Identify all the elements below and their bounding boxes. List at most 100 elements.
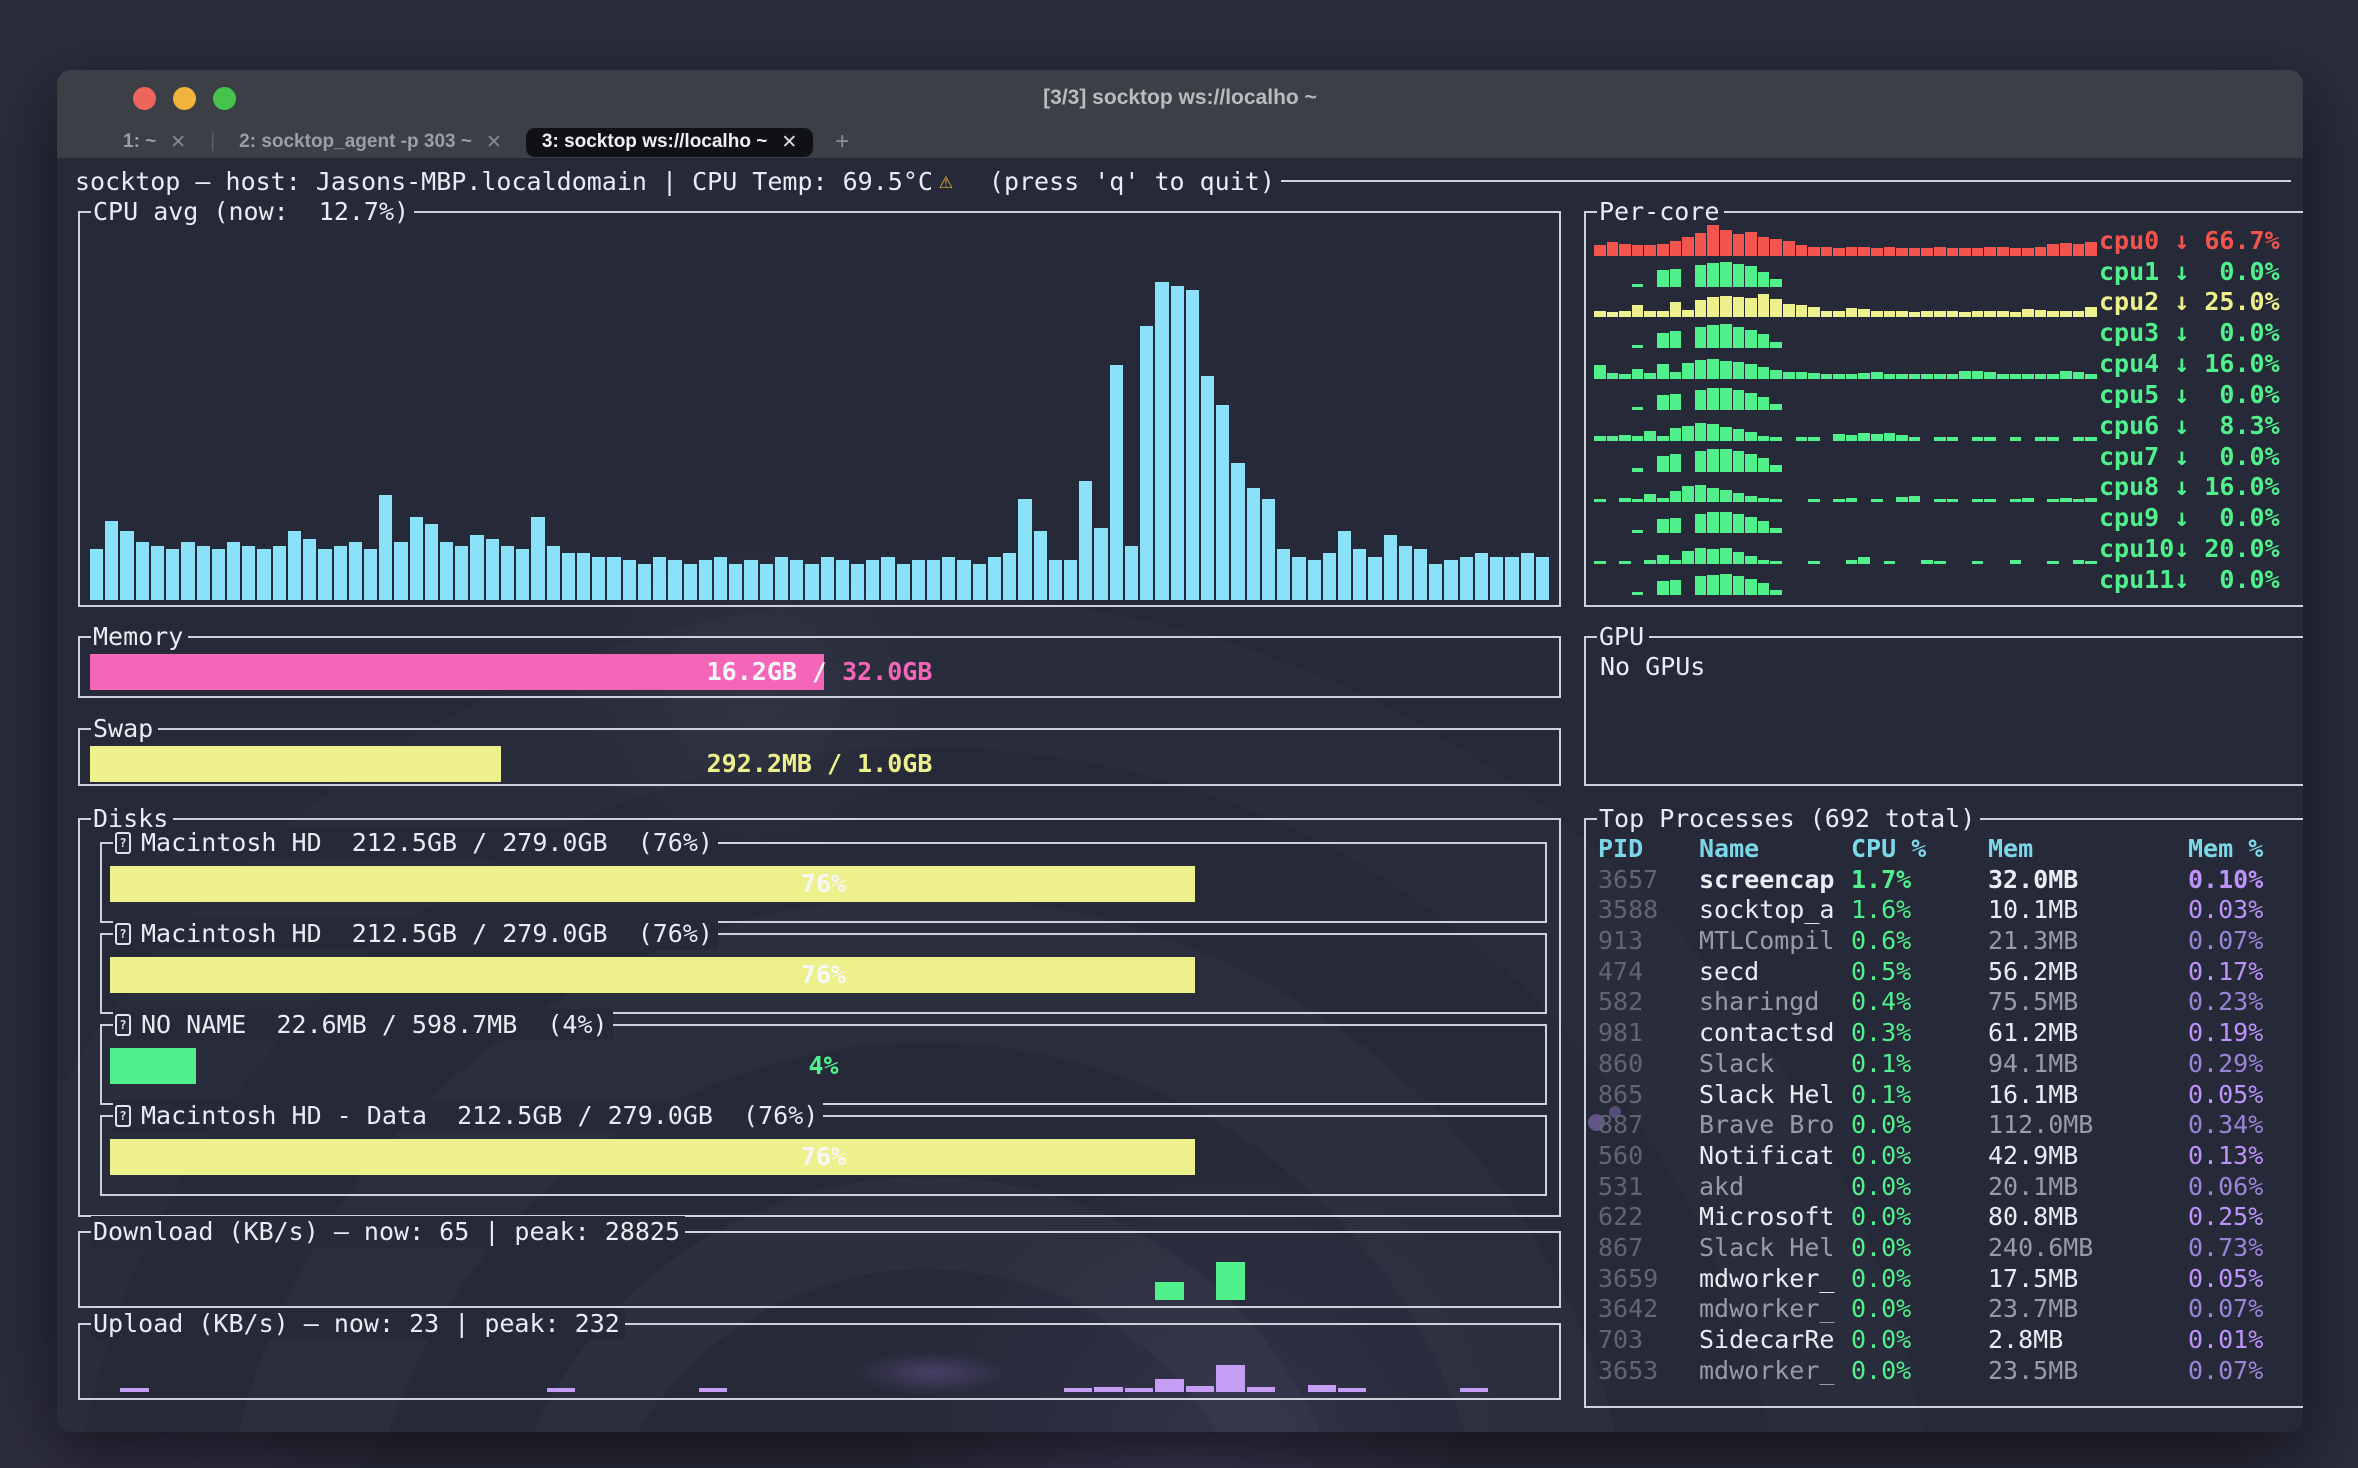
process-mem: 20.1MB <box>1988 1172 2188 1203</box>
zoom-window-button[interactable] <box>213 87 236 110</box>
core-sparkline <box>1594 410 2099 441</box>
close-window-button[interactable] <box>133 87 156 110</box>
bar <box>1720 388 1732 410</box>
process-name: mdworker_ <box>1699 1294 1851 1325</box>
bar <box>1657 456 1669 472</box>
bar <box>1733 297 1745 318</box>
bar <box>1018 499 1031 600</box>
bar <box>2047 244 2059 256</box>
memory-meter: 16.2GB / 32.0GB 16.2GB / 32.0GB <box>90 654 1549 690</box>
process-pid: 981 <box>1598 1018 1699 1049</box>
swap-meter: 292.2MB / 1.0GB 292.2MB / 1.0GB <box>90 746 1549 782</box>
disk-panel: ?NO NAME 22.6MB / 598.7MB (4%)4%4% <box>100 1024 1547 1105</box>
process-name: Slack Hel <box>1699 1233 1851 1264</box>
tab-2[interactable]: 2: socktop_agent -p 303 ~ ✕ <box>229 129 512 156</box>
process-cpu: 0.0% <box>1851 1325 1988 1356</box>
bar <box>1947 248 1959 256</box>
bar <box>1657 581 1669 595</box>
bar <box>1682 363 1694 379</box>
upload-panel-title: Upload (KB/s) — now: 23 | peak: 232 <box>91 1308 625 1340</box>
disk-usage-meter: 76%76% <box>110 957 1537 993</box>
process-name: Microsoft <box>1699 1202 1851 1233</box>
bar <box>257 549 270 600</box>
bar <box>1707 325 1719 348</box>
bar <box>547 546 560 600</box>
bar <box>1670 580 1682 595</box>
bar <box>1833 434 1845 441</box>
bar <box>501 546 514 600</box>
bar <box>1707 449 1719 471</box>
bar <box>1858 433 1870 440</box>
process-memp: 0.05% <box>2188 1264 2263 1295</box>
window-titlebar[interactable]: [3/3] socktop ws://localho ~ <box>57 70 2303 126</box>
bar <box>1460 1388 1488 1392</box>
bar <box>1657 270 1669 287</box>
bar <box>1682 237 1694 255</box>
bar <box>1720 230 1732 256</box>
process-row: 3588socktop_a1.6%10.1MB0.03% <box>1598 895 2303 926</box>
bar <box>1733 514 1745 534</box>
bar <box>1695 265 1707 287</box>
process-row: 887Brave Bro0.0%112.0MB0.34% <box>1598 1110 2303 1141</box>
bar <box>1536 557 1549 600</box>
bar <box>1695 327 1707 348</box>
bar <box>1490 557 1503 600</box>
tab-1-close-icon[interactable]: ✕ <box>170 131 186 154</box>
bar <box>1594 245 1606 255</box>
bar <box>1884 311 1896 318</box>
bar <box>1064 560 1077 600</box>
bar <box>1632 245 1644 256</box>
bar <box>1277 549 1290 600</box>
bar <box>1670 518 1682 533</box>
bar <box>1657 333 1669 348</box>
tab-3-close-icon[interactable]: ✕ <box>781 131 797 154</box>
core-sparkline <box>1594 256 2099 287</box>
bar <box>1657 395 1669 410</box>
disk-title: ?NO NAME 22.6MB / 598.7MB (4%) <box>113 1009 613 1041</box>
process-memp: 0.06% <box>2188 1172 2263 1203</box>
bar <box>1368 557 1381 600</box>
bar <box>607 557 620 600</box>
bar <box>684 564 697 600</box>
bar <box>531 517 544 600</box>
bar <box>318 549 331 600</box>
new-tab-button[interactable]: + <box>827 128 857 156</box>
core-sparkline <box>1594 379 2099 410</box>
bar <box>2035 310 2047 317</box>
bar <box>1733 362 1745 379</box>
process-row: 913MTLCompil0.6%21.3MB0.07% <box>1598 926 2303 957</box>
bar <box>151 546 164 600</box>
tab-2-close-icon[interactable]: ✕ <box>486 131 502 154</box>
bar <box>912 560 925 600</box>
bar <box>729 564 742 600</box>
bar <box>668 560 681 600</box>
bar <box>1155 1282 1183 1300</box>
process-mem: 2.8MB <box>1988 1325 2188 1356</box>
core-row: cpu7 ↓ 0.0% <box>1594 441 2295 472</box>
process-memp: 0.19% <box>2188 1018 2263 1049</box>
tab-1[interactable]: 1: ~ ✕ <box>113 129 196 156</box>
bar <box>821 557 834 600</box>
bar <box>2085 307 2097 318</box>
bar <box>1720 548 1732 564</box>
bar <box>212 549 225 600</box>
process-row: 3659mdworker_0.0%17.5MB0.05% <box>1598 1264 2303 1295</box>
bar <box>166 549 179 600</box>
download-panel: Download (KB/s) — now: 65 | peak: 28825 <box>78 1231 1561 1308</box>
process-memp: 0.07% <box>2188 926 2263 957</box>
disk-title: ?Macintosh HD 212.5GB / 279.0GB (76%) <box>113 827 718 859</box>
bar <box>1745 556 1757 564</box>
tab-3-active[interactable]: 3: socktop ws://localho ~ ✕ <box>526 128 813 157</box>
process-pid: 865 <box>1598 1080 1699 1111</box>
process-memp: 0.17% <box>2188 957 2263 988</box>
bar <box>1871 434 1883 441</box>
window-title: [3/3] socktop ws://localho ~ <box>1043 86 1317 110</box>
bar <box>1796 372 1808 379</box>
bar <box>1521 553 1534 600</box>
bar <box>1858 309 1870 318</box>
memory-panel-title: Memory <box>91 621 188 653</box>
bar <box>1707 512 1719 533</box>
minimize-window-button[interactable] <box>173 87 196 110</box>
bar <box>836 560 849 600</box>
upload-panel: Upload (KB/s) — now: 23 | peak: 232 <box>78 1323 1561 1400</box>
